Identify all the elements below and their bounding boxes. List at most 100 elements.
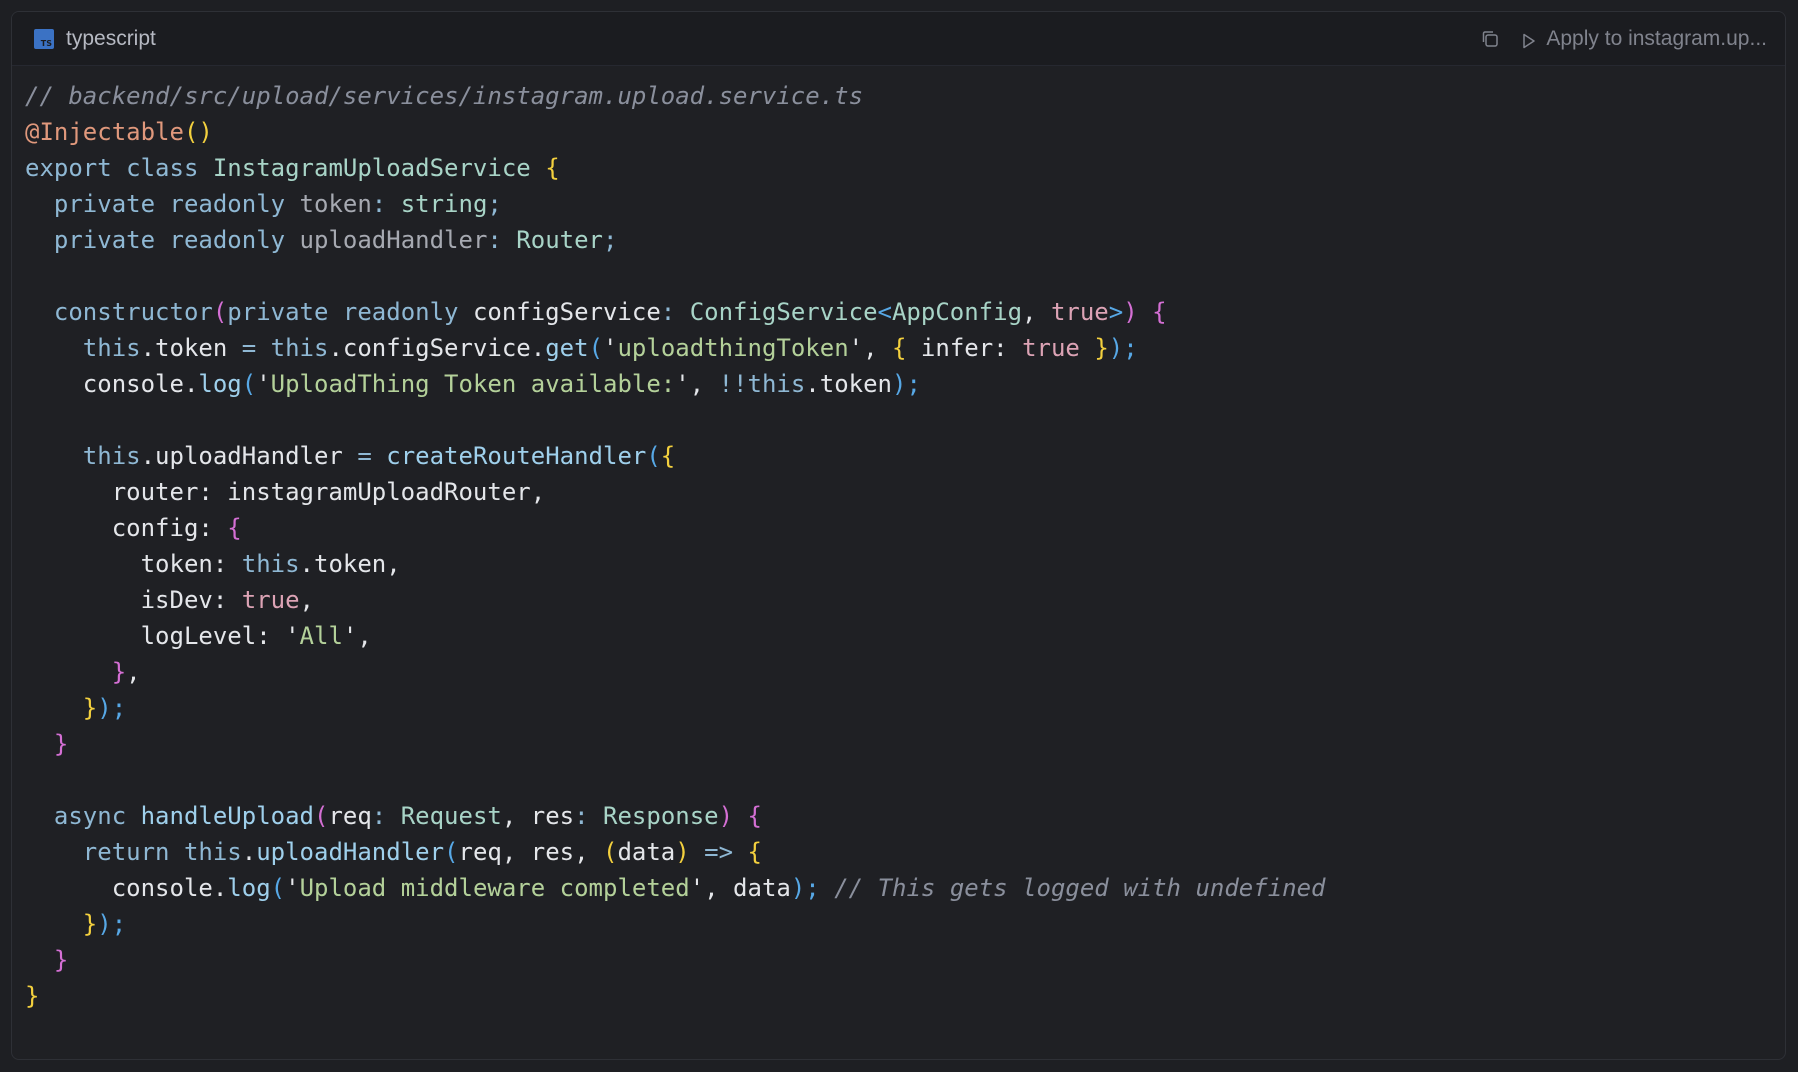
typescript-icon: TS bbox=[34, 28, 54, 49]
code-token: ; bbox=[487, 190, 502, 218]
code-token: config: bbox=[25, 514, 228, 542]
code-token: req bbox=[328, 802, 372, 830]
code-token: } bbox=[53, 946, 69, 974]
code-token: } bbox=[25, 982, 40, 1010]
code-token: @Injectable bbox=[25, 118, 184, 146]
code-token: ( bbox=[313, 802, 329, 830]
code-token: } bbox=[82, 910, 98, 938]
code-line: } bbox=[25, 978, 1785, 1014]
code-token: : bbox=[371, 190, 401, 218]
code-token: UploadThing Token available: bbox=[270, 370, 676, 398]
code-token: string bbox=[400, 190, 488, 218]
code-token: ); bbox=[790, 874, 835, 902]
code-token: ( bbox=[212, 298, 228, 326]
code-block-header: TS typescript Apply to instagram.up... bbox=[12, 12, 1785, 66]
code-token: logLevel: ' bbox=[25, 622, 300, 650]
code-token: , bbox=[126, 658, 141, 686]
code-token: InstagramUploadService bbox=[212, 154, 546, 182]
code-token: token: bbox=[25, 550, 242, 578]
code-line: isDev: true, bbox=[25, 582, 1785, 618]
code-line: console.log('Upload middleware completed… bbox=[25, 870, 1785, 906]
code-token: ); bbox=[1108, 334, 1138, 362]
code-token: infer: bbox=[920, 334, 1023, 362]
code-token: this bbox=[241, 550, 300, 578]
code-token: ; bbox=[603, 226, 618, 254]
code-token: : bbox=[371, 802, 401, 830]
code-line: }, bbox=[25, 654, 1785, 690]
code-line: } bbox=[25, 942, 1785, 978]
code-token: } bbox=[111, 658, 127, 686]
code-block: TS typescript Apply to instagram.up... /… bbox=[11, 11, 1786, 1060]
code-line: export class InstagramUploadService { bbox=[25, 150, 1785, 186]
language-label: typescript bbox=[66, 26, 156, 50]
code-line: async handleUpload(req: Request, res: Re… bbox=[25, 798, 1785, 834]
code-token: ( bbox=[603, 838, 618, 866]
copy-icon[interactable] bbox=[1480, 29, 1500, 49]
code-token: All bbox=[299, 622, 343, 650]
code-token: this bbox=[25, 442, 141, 470]
code-token: ) bbox=[675, 838, 705, 866]
code-token: .token bbox=[140, 334, 242, 362]
code-line: // backend/src/upload/services/instagram… bbox=[25, 78, 1785, 114]
code-token: log bbox=[227, 874, 271, 902]
apply-label: Apply to instagram.up... bbox=[1546, 26, 1767, 50]
code-actions: Apply to instagram.up... bbox=[1480, 27, 1767, 51]
code-content: // backend/src/upload/services/instagram… bbox=[12, 66, 1785, 1014]
code-token: ' bbox=[256, 370, 271, 398]
code-token: } bbox=[1094, 334, 1109, 362]
code-line: console.log('UploadThing Token available… bbox=[25, 366, 1785, 402]
code-token: : bbox=[660, 298, 690, 326]
code-token: token bbox=[299, 190, 372, 218]
code-token: .configService. bbox=[328, 334, 546, 362]
code-token: true bbox=[1022, 334, 1095, 362]
code-line: }); bbox=[25, 690, 1785, 726]
code-token: } bbox=[53, 730, 69, 758]
code-token: ' bbox=[285, 874, 300, 902]
code-line: token: this.token, bbox=[25, 546, 1785, 582]
code-line: @Injectable() bbox=[25, 114, 1785, 150]
code-token: this bbox=[183, 838, 242, 866]
code-token: // This gets logged with undefined bbox=[834, 874, 1326, 902]
code-token: , bbox=[299, 586, 314, 614]
code-token: Response bbox=[603, 802, 719, 830]
code-token: configService bbox=[472, 298, 661, 326]
code-token: .uploadHandler bbox=[140, 442, 358, 470]
code-line: } bbox=[25, 726, 1785, 762]
code-token: data bbox=[617, 838, 676, 866]
code-token: get bbox=[545, 334, 589, 362]
code-line: constructor(private readonly configServi… bbox=[25, 294, 1785, 330]
code-token: uploadHandler bbox=[256, 838, 445, 866]
code-token: Request bbox=[400, 802, 502, 830]
code-token: ( bbox=[588, 334, 604, 362]
code-token: isDev: bbox=[25, 586, 242, 614]
code-token: : bbox=[574, 802, 604, 830]
code-token: router: instagramUploadRouter, bbox=[25, 478, 546, 506]
code-token: req, res, bbox=[458, 838, 603, 866]
code-token: ( bbox=[241, 370, 257, 398]
code-token: private readonly bbox=[25, 226, 300, 254]
code-token: Upload middleware completed bbox=[299, 874, 690, 902]
code-token: ' bbox=[603, 334, 618, 362]
code-token: , bbox=[501, 802, 531, 830]
code-token: ); bbox=[97, 694, 127, 722]
code-token: { bbox=[747, 802, 762, 830]
code-token: = bbox=[241, 334, 271, 362]
code-token: ', data bbox=[689, 874, 791, 902]
apply-button[interactable]: Apply to instagram.up... bbox=[1522, 27, 1767, 51]
code-token: createRouteHandler bbox=[386, 442, 647, 470]
code-line: logLevel: 'All', bbox=[25, 618, 1785, 654]
code-token: uploadthingToken bbox=[617, 334, 849, 362]
code-token: // backend/src/upload/services/instagram… bbox=[25, 82, 864, 110]
code-line: return this.uploadHandler(req, res, (dat… bbox=[25, 834, 1785, 870]
code-token: Router bbox=[516, 226, 603, 254]
code-token: , bbox=[1022, 298, 1051, 326]
code-token: private readonly bbox=[25, 190, 300, 218]
code-token: console. bbox=[25, 370, 199, 398]
code-token: ( bbox=[646, 442, 661, 470]
code-token: console. bbox=[25, 874, 228, 902]
